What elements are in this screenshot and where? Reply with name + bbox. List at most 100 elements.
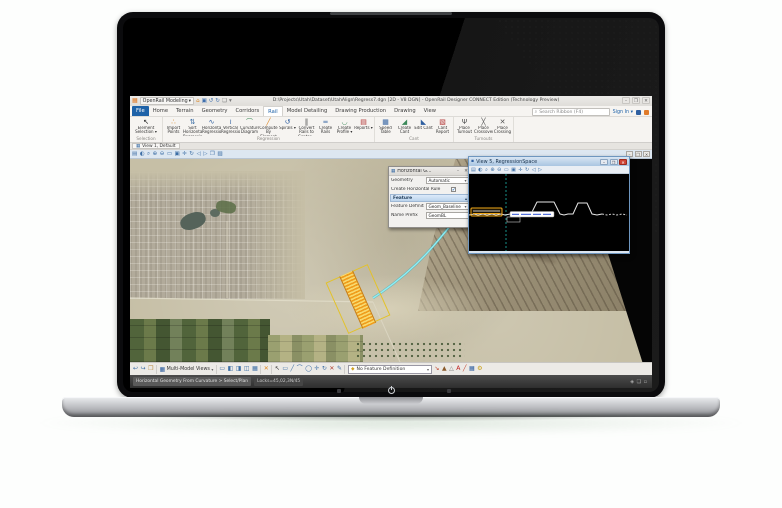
view-layout-left-icon[interactable]: ◧ bbox=[228, 364, 234, 374]
workflow-selector[interactable]: OpenRail Modeling ▾ bbox=[140, 97, 194, 105]
v5-display-style-icon[interactable]: ◐ bbox=[478, 166, 482, 174]
view1-restore-button[interactable]: ❐ bbox=[635, 151, 642, 157]
rotate-tool-icon[interactable]: ↻ bbox=[322, 364, 327, 374]
close-button[interactable]: ✕ bbox=[642, 97, 650, 104]
ribbon-search-input[interactable]: ⌕ Search Ribbon (F4) bbox=[532, 108, 610, 116]
ribbon-button-horizontal-regression[interactable]: ∿Horizontal Regression ▾ bbox=[202, 117, 221, 136]
ribbon-button-place-crossing[interactable]: ✕Place Crossing bbox=[493, 117, 512, 136]
tab-rail[interactable]: Rail bbox=[263, 106, 283, 116]
annotation-icon[interactable]: A bbox=[456, 364, 460, 374]
fence-tool-icon[interactable]: ▭ bbox=[282, 364, 288, 374]
active-view-icon[interactable]: ▦ bbox=[469, 364, 475, 374]
ribbon-button-speed-table[interactable]: ▦Speed Table bbox=[376, 117, 395, 136]
tab-drawing-production[interactable]: Drawing Production bbox=[331, 106, 390, 116]
v5-zoom-in-icon[interactable]: ⊕ bbox=[490, 166, 494, 174]
ribbon-button-create-cant[interactable]: ◢Create Cant bbox=[395, 117, 414, 136]
minimize-button[interactable]: – bbox=[622, 97, 630, 104]
ribbon-button-cant-report[interactable]: ▧Cant Report bbox=[433, 117, 452, 136]
feature-definition-select[interactable]: Geom_Baseline ▾ bbox=[426, 203, 469, 210]
tab-terrain[interactable]: Terrain bbox=[172, 106, 198, 116]
arc-tool-icon[interactable]: ⌒ bbox=[297, 364, 303, 374]
window-area-icon[interactable]: ▭ bbox=[167, 150, 172, 158]
multi-model-views-selector[interactable]: ▦ Multi-Model Views ▾ bbox=[159, 366, 213, 373]
home-icon[interactable]: ⌂ bbox=[196, 97, 200, 105]
tab-view[interactable]: View bbox=[420, 106, 440, 116]
undo-icon[interactable]: ↺ bbox=[209, 97, 214, 105]
zoom-out-icon[interactable]: ⊖ bbox=[160, 150, 165, 158]
v5-fit-view-icon[interactable]: ▣ bbox=[511, 166, 516, 174]
move-tool-icon[interactable]: ✛ bbox=[314, 364, 319, 374]
v5-magnifier-icon[interactable]: ⌕ bbox=[485, 166, 488, 174]
tab-model-detailing[interactable]: Model Detailing bbox=[283, 106, 332, 116]
feature-section-header[interactable]: Feature ▴ bbox=[390, 194, 470, 202]
view-layout-split-icon[interactable]: ◫ bbox=[244, 364, 250, 374]
view-attributes-icon[interactable]: ▤ bbox=[132, 150, 137, 158]
v5-next-icon[interactable]: ▷ bbox=[538, 166, 542, 174]
v5-zoom-out-icon[interactable]: ⊖ bbox=[497, 166, 501, 174]
ribbon-button-create-profile[interactable]: ◡Create Profile ▾ bbox=[335, 117, 354, 136]
clip-volume-icon[interactable]: ▨ bbox=[217, 150, 222, 158]
v5-view-attributes-icon[interactable]: ▤ bbox=[471, 166, 476, 174]
delete-tool-icon[interactable]: ✕ bbox=[329, 364, 334, 374]
magnifier-icon[interactable]: ⌕ bbox=[147, 150, 150, 158]
rotate-view-icon[interactable]: ↻ bbox=[189, 150, 194, 158]
settings-icon[interactable]: ⚙ bbox=[477, 364, 482, 374]
geometry-select[interactable]: Automatic ▾ bbox=[426, 177, 469, 184]
v5-window-area-icon[interactable]: ▭ bbox=[504, 166, 509, 174]
view5-canvas[interactable] bbox=[469, 174, 629, 251]
view5-restore-button[interactable]: ❐ bbox=[610, 159, 618, 165]
ribbon-button-element-selection[interactable]: ↖Element Selection ▾ bbox=[131, 117, 161, 136]
ribbon-button-sort-horizontal-regression[interactable]: ⇅Sort Horizontal Regression bbox=[183, 117, 202, 136]
slope-icon[interactable]: ╱ bbox=[463, 364, 467, 374]
name-prefix-input[interactable]: GeomBL bbox=[426, 212, 469, 219]
view1-close-button[interactable]: ✕ bbox=[643, 151, 650, 157]
apply-feature-icon[interactable]: ↘ bbox=[434, 364, 439, 374]
copy-view-icon[interactable]: ❐ bbox=[210, 150, 215, 158]
ribbon-button-compute-by-element[interactable]: ╱Compute By Element bbox=[259, 117, 278, 136]
fit-view-icon[interactable]: ▣ bbox=[175, 150, 180, 158]
ribbon-button-convert-rails-to-center[interactable]: ‖Convert Rails to Center... bbox=[297, 117, 316, 136]
modify-tool-icon[interactable]: ✎ bbox=[337, 364, 342, 374]
save-icon[interactable]: ▣ bbox=[202, 97, 207, 105]
sign-in-link[interactable]: Sign In ▾ bbox=[613, 110, 633, 115]
forward-view-icon[interactable]: ↪ bbox=[141, 364, 146, 374]
view-next-icon[interactable]: ▷ bbox=[203, 150, 207, 158]
v5-rotate-icon[interactable]: ↻ bbox=[525, 166, 529, 174]
pan-view-icon[interactable]: ✛ bbox=[182, 150, 187, 158]
v5-previous-icon[interactable]: ◁ bbox=[532, 166, 536, 174]
regression-selection-box[interactable] bbox=[471, 208, 502, 216]
pointer-tool-icon[interactable]: ↖ bbox=[275, 364, 280, 374]
dialog-minimize-button[interactable]: – bbox=[455, 169, 461, 174]
view-layout-single-icon[interactable]: ▭ bbox=[219, 364, 225, 374]
restore-button[interactable]: ❐ bbox=[632, 97, 640, 104]
close-views-icon[interactable]: ✕ bbox=[264, 364, 269, 374]
ribbon-button-create-rails[interactable]: ═Create Rails bbox=[316, 117, 335, 136]
tab-corridors[interactable]: Corridors bbox=[231, 106, 263, 116]
dialog-titlebar[interactable]: ▦ Horizontal G... – ✕ bbox=[389, 167, 471, 176]
back-view-icon[interactable]: ↩ bbox=[133, 364, 138, 374]
v5-pan-icon[interactable]: ✛ bbox=[518, 166, 522, 174]
feature-definition-selector[interactable]: ◆ No Feature Definition ▾ bbox=[348, 365, 432, 374]
tab-geometry[interactable]: Geometry bbox=[198, 106, 232, 116]
view5-close-button[interactable]: ✕ bbox=[619, 159, 627, 165]
view-display-style-icon[interactable]: ◐ bbox=[140, 150, 145, 158]
ribbon-button-edit-cant[interactable]: ◣Edit Cant bbox=[414, 117, 433, 136]
more-commands-icon[interactable]: ▾ bbox=[229, 97, 232, 105]
ribbon-button-place-turnout[interactable]: ΨPlace Turnout bbox=[455, 117, 474, 136]
ribbon-button-spirals[interactable]: ↺Spirals ▾ bbox=[278, 117, 297, 136]
rule-checkbox[interactable]: ✔ bbox=[451, 187, 456, 192]
ribbon-button-reports[interactable]: ▤Reports ▾ bbox=[354, 117, 373, 136]
ribbon-button-curvature-diagram[interactable]: ⌒Curvature Diagram ▾ bbox=[240, 117, 259, 136]
ribbon-button-import-points[interactable]: ∴Import Points bbox=[164, 117, 183, 136]
connect-blue-icon[interactable] bbox=[636, 110, 641, 115]
tab-drawing[interactable]: Drawing bbox=[390, 106, 420, 116]
terrain-feature-icon[interactable]: ▲ bbox=[442, 364, 447, 374]
view1-tab[interactable]: ▦ View 1, Default bbox=[132, 143, 180, 149]
print-icon[interactable]: ❏ bbox=[222, 97, 227, 105]
view5-minimize-button[interactable]: – bbox=[600, 159, 608, 165]
connect-orange-icon[interactable] bbox=[644, 110, 649, 115]
circle-tool-icon[interactable]: ◯ bbox=[305, 364, 312, 374]
tab-home[interactable]: Home bbox=[149, 106, 172, 116]
mountain-feature-icon[interactable]: △ bbox=[449, 364, 454, 374]
view-layout-right-icon[interactable]: ◨ bbox=[236, 364, 242, 374]
